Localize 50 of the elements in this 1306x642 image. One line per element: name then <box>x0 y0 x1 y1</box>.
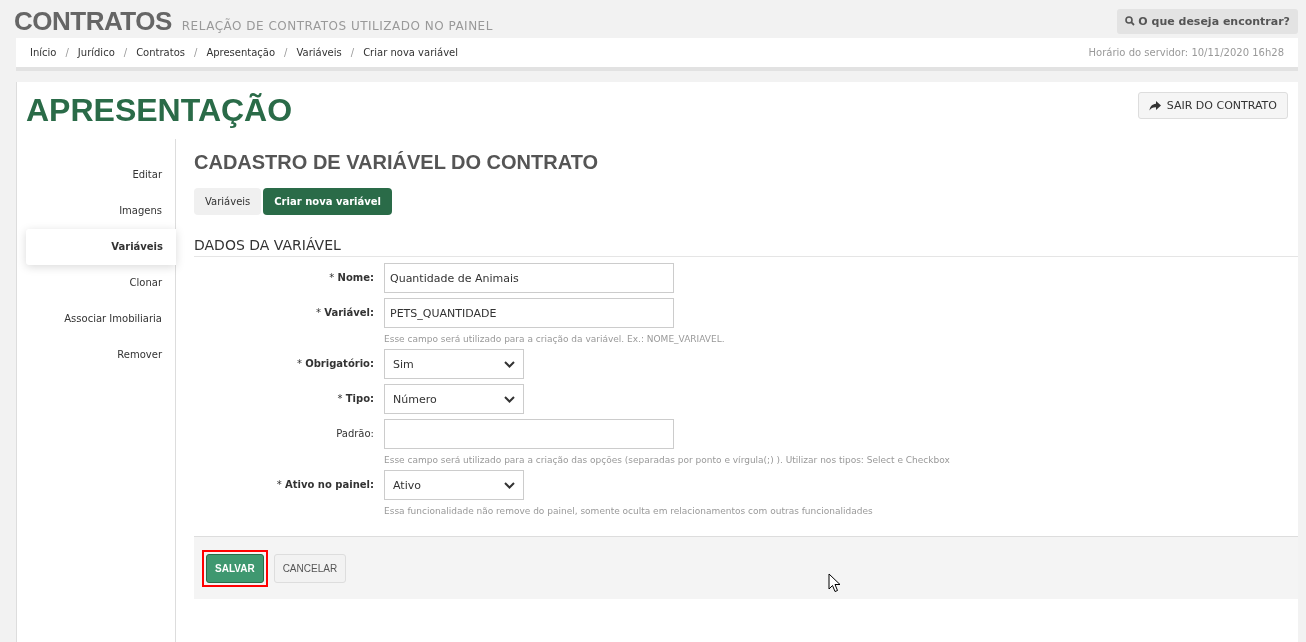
field-label: *Tipo: <box>336 392 374 406</box>
breadcrumb-separator: / <box>284 47 288 58</box>
sidebar-item[interactable]: Clonar <box>17 265 175 301</box>
chevron-down-icon <box>504 360 515 368</box>
tab[interactable]: Variáveis <box>194 188 262 215</box>
breadcrumb-link[interactable]: Jurídico <box>77 47 115 58</box>
section-heading: DADOS DA VARIÁVEL <box>194 237 1298 257</box>
field-label: *Ativo no painel: <box>275 478 374 492</box>
server-time: Horário do servidor: 10/11/2020 16h28 <box>1088 47 1284 58</box>
sidebar-item[interactable]: Editar <box>17 157 175 193</box>
breadcrumb-separator: / <box>194 47 198 58</box>
breadcrumb-separator: / <box>123 47 128 58</box>
cancel-button[interactable]: CANCELAR <box>273 553 347 583</box>
share-arrow-icon <box>1148 100 1161 111</box>
page-subtitle: RELAÇÃO DE CONTRATOS UTILIZADO NO PAINEL <box>181 18 493 33</box>
field-label: *Obrigatório: <box>296 357 374 371</box>
save-button[interactable]: SALVAR <box>206 553 264 583</box>
page-title: CONTRATOS <box>14 5 172 37</box>
sidebar-item[interactable]: Associar Imobiliaria <box>17 301 175 337</box>
field-label: Padrão: <box>335 427 374 441</box>
mouse-cursor-icon <box>828 573 842 593</box>
breadcrumb-link[interactable]: Apresentação <box>206 47 276 58</box>
search-button[interactable]: O que deseja encontrar? <box>1117 8 1298 34</box>
breadcrumb-link[interactable]: Início <box>30 47 57 58</box>
tab[interactable]: Criar nova variável <box>263 188 392 215</box>
form-title: CADASTRO DE VARIÁVEL DO CONTRATO <box>194 151 600 174</box>
text-field[interactable]: Quantidade de Animais <box>384 263 674 293</box>
field-label: *Nome: <box>328 271 374 285</box>
select-dropdown[interactable]: Número <box>384 384 524 414</box>
field-label: *Variável: <box>315 306 374 320</box>
search-icon <box>1125 16 1136 26</box>
breadcrumb-link[interactable]: Criar nova variável <box>363 47 459 58</box>
help-text: Esse campo será utilizado para a criação das opções (separadas por ponto e vírgula(;) ). Utilizar nos tipos: Select e Checkbox <box>384 455 950 465</box>
exit-contract-button[interactable]: SAIR DO CONTRATO <box>1137 92 1288 119</box>
help-text: Essa funcionalidade não remove do painel, somente oculta em relacionamentos com outras funcionalidades <box>384 506 873 516</box>
chevron-down-icon <box>504 481 515 489</box>
section-title: APRESENTAÇÃO <box>26 92 293 129</box>
sidebar-item[interactable]: Remover <box>17 337 175 373</box>
breadcrumb-separator: / <box>350 47 355 58</box>
sidebar-item[interactable]: Imagens <box>17 193 175 229</box>
text-field[interactable]: PETS_QUANTIDADE <box>384 298 674 328</box>
chevron-down-icon <box>504 395 515 403</box>
breadcrumb-link[interactable]: Contratos <box>136 47 185 58</box>
help-text: Esse campo será utilizado para a criação da variável. Ex.: NOME_VARIAVEL. <box>384 334 725 344</box>
text-field[interactable] <box>384 419 674 449</box>
select-dropdown[interactable]: Sim <box>384 349 524 379</box>
breadcrumb-separator: / <box>65 47 69 58</box>
sidebar-item[interactable]: Variáveis <box>26 229 176 265</box>
breadcrumb-link[interactable]: Variáveis <box>296 47 342 58</box>
select-dropdown[interactable]: Ativo <box>384 470 524 500</box>
